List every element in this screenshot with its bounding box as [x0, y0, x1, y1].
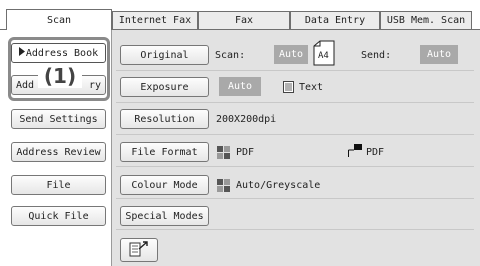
address-review-label: Address Review [16, 146, 101, 158]
special-modes-label: Special Modes [125, 210, 204, 222]
colour-mode-value: Auto/Greyscale [236, 179, 321, 191]
colour-grid-icon [217, 179, 230, 192]
row-divider [116, 229, 474, 230]
resolution-label: Resolution [134, 113, 195, 125]
preview-send-icon [129, 240, 149, 261]
quick-file-label: Quick File [28, 210, 89, 222]
send-label: Send: [361, 49, 392, 61]
text-doc-icon [283, 81, 294, 93]
row-divider [116, 134, 474, 135]
file-format-value-1: PDF [236, 146, 255, 158]
scan-value: Auto [274, 45, 308, 64]
exposure-value: Auto [219, 77, 261, 96]
tab-data-entry[interactable]: Data Entry [290, 11, 380, 29]
tab-scan-label: Scan [46, 14, 72, 26]
send-value: Auto [420, 45, 458, 64]
colour-mode-label: Colour Mode [131, 179, 198, 191]
tab-data-entry-label: Data Entry [304, 15, 366, 26]
preview-send-button[interactable] [120, 238, 158, 262]
file-type-icon [348, 144, 362, 158]
tab-internet-fax[interactable]: Internet Fax [112, 11, 198, 29]
callout-number: (1) [38, 64, 82, 88]
tab-usb-mem-scan-label: USB Mem. Scan [386, 15, 466, 26]
special-modes-button[interactable]: Special Modes [120, 206, 209, 226]
tab-fax-label: Fax [234, 15, 254, 26]
tab-scan[interactable]: Scan [6, 9, 112, 30]
file-label: File [46, 179, 71, 191]
row-divider [116, 102, 474, 103]
pdf-grid-icon [217, 146, 230, 159]
address-review-button[interactable]: Address Review [11, 142, 106, 162]
resolution-button[interactable]: Resolution [120, 109, 209, 129]
send-settings-button[interactable]: Send Settings [11, 109, 106, 129]
tab-fax[interactable]: Fax [198, 11, 290, 29]
file-format-button[interactable]: File Format [120, 142, 209, 162]
send-settings-label: Send Settings [19, 113, 98, 125]
original-button[interactable]: Original [120, 45, 209, 65]
paper-size: A4 [318, 51, 329, 61]
exposure-mode-text: Text [299, 81, 324, 93]
quick-file-button[interactable]: Quick File [11, 206, 106, 226]
tab-bar: Scan Internet Fax Fax Data Entry USB Mem… [0, 0, 480, 30]
tab-usb-mem-scan[interactable]: USB Mem. Scan [380, 11, 472, 29]
scan-label: Scan: [215, 49, 246, 61]
exposure-button[interactable]: Exposure [120, 77, 209, 97]
file-format-value-2: PDF [366, 146, 385, 158]
exposure-label: Exposure [140, 81, 189, 93]
row-divider [116, 166, 474, 167]
file-format-label: File Format [131, 146, 198, 158]
row-divider [116, 198, 474, 199]
row-divider [116, 70, 474, 71]
original-label: Original [140, 49, 189, 61]
resolution-value: 200X200dpi [216, 113, 277, 125]
colour-mode-button[interactable]: Colour Mode [120, 175, 209, 195]
tab-internet-fax-label: Internet Fax [118, 15, 192, 26]
file-button[interactable]: File [11, 175, 106, 195]
